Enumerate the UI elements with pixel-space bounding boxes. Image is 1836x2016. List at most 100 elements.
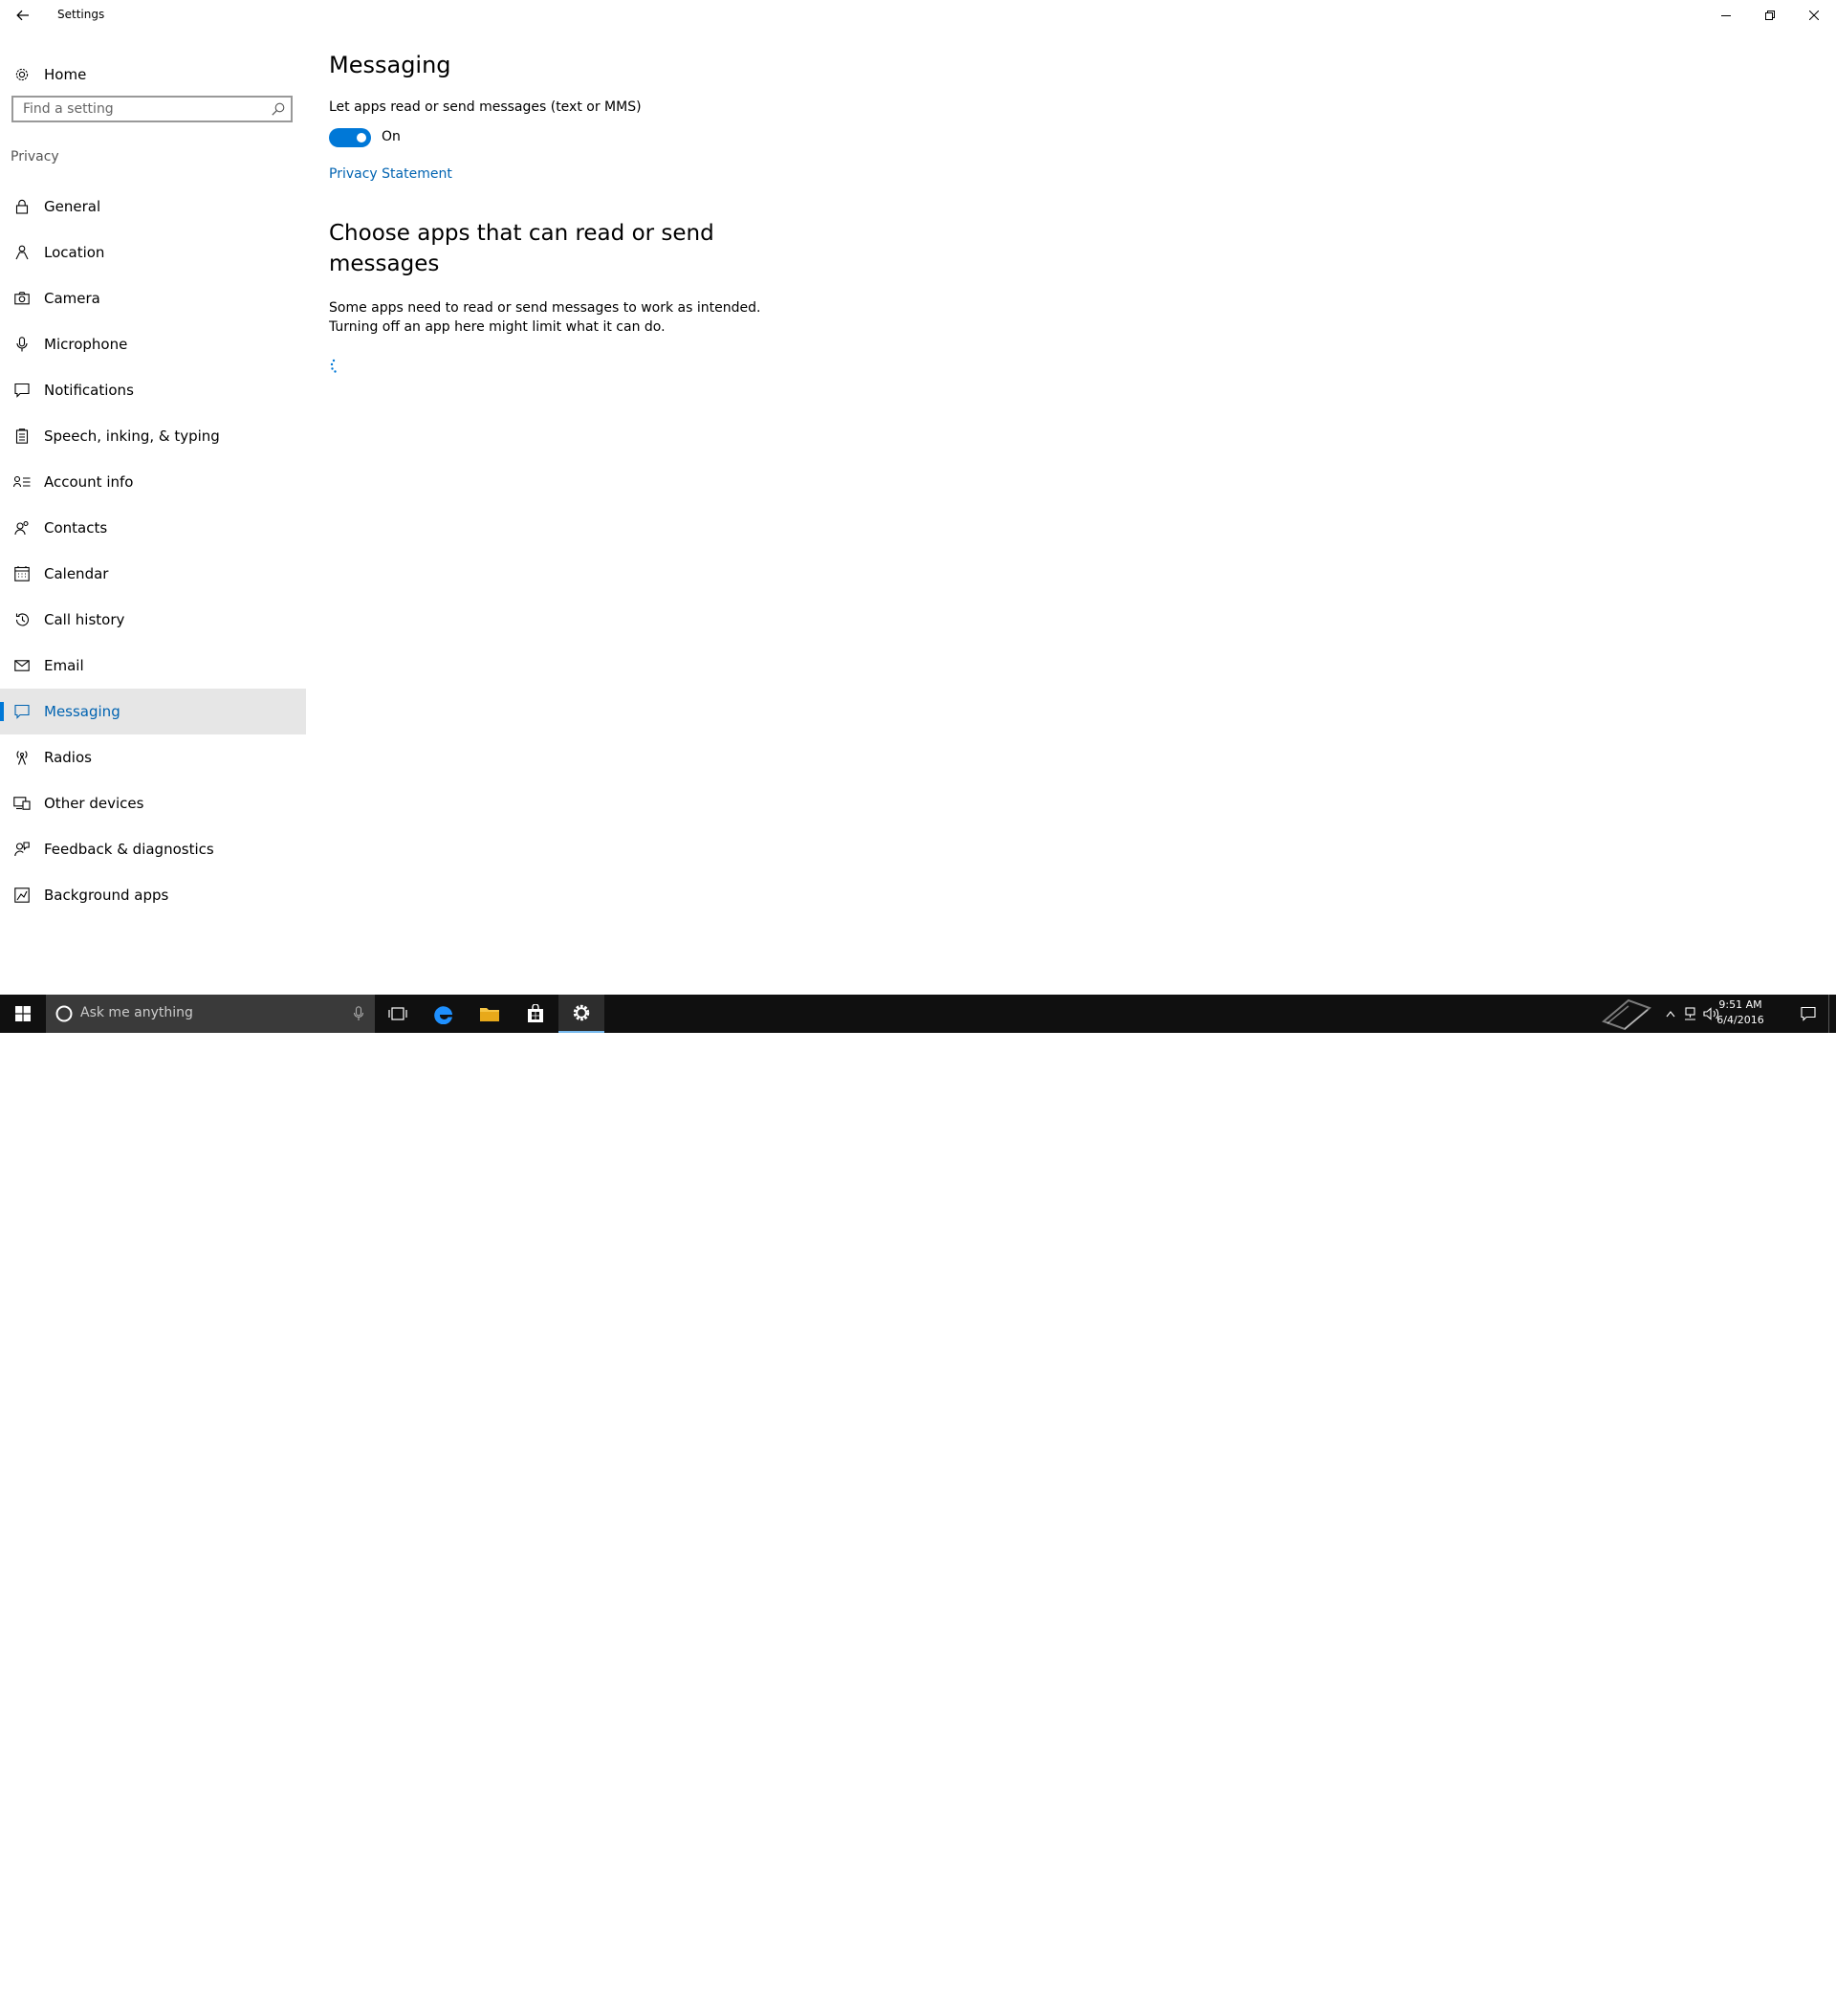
privacy-nav-list: General Location Camera Microphone Notif… <box>0 184 306 918</box>
sidebar-item-label: Call history <box>44 611 125 628</box>
section-description: Some apps need to read or send messages … <box>329 300 761 335</box>
search-icon[interactable] <box>272 102 285 116</box>
show-desktop-button[interactable] <box>1828 995 1836 1033</box>
clock-time: 9:51 AM <box>1718 998 1762 1011</box>
file-explorer-taskbar-button[interactable] <box>467 995 513 1033</box>
mail-icon <box>13 657 31 674</box>
edge-browser-icon <box>434 1006 452 1024</box>
sidebar-item-label: Microphone <box>44 336 128 353</box>
sidebar-item-speech[interactable]: Speech, inking, & typing <box>0 413 306 459</box>
feedback-icon <box>13 841 31 858</box>
sidebar-item-notifications[interactable]: Notifications <box>0 367 306 413</box>
sidebar-item-label: General <box>44 198 101 215</box>
chevron-up-icon <box>1666 1011 1675 1018</box>
cortana-search-box[interactable]: Ask me anything <box>46 995 375 1033</box>
sidebar-item-label: Location <box>44 244 105 261</box>
sidebar-item-radios[interactable]: Radios <box>0 734 306 780</box>
minimize-icon <box>1721 15 1731 16</box>
title-bar: Settings <box>0 0 1836 31</box>
sidebar-item-label: Speech, inking, & typing <box>44 427 220 445</box>
messaging-setting-label: Let apps read or send messages (text or … <box>329 99 642 115</box>
close-button[interactable] <box>1792 0 1836 31</box>
cortana-icon <box>55 1005 73 1022</box>
cortana-placeholder: Ask me anything <box>80 1005 193 1020</box>
sidebar-item-label: Feedback & diagnostics <box>44 841 214 858</box>
sidebar-item-email[interactable]: Email <box>0 643 306 689</box>
sidebar-item-location[interactable]: Location <box>0 230 306 275</box>
taskbar: Ask me anything The Collection Book 9:51… <box>0 995 1836 2016</box>
taskbar-clock[interactable]: 9:51 AM 6/4/2016 <box>1702 997 1779 1028</box>
search-input[interactable] <box>13 98 272 121</box>
section-label: Privacy <box>11 149 59 164</box>
sidebar-item-label: Radios <box>44 749 92 766</box>
folder-icon <box>480 1008 499 1021</box>
book-logo-icon <box>1602 998 1651 1031</box>
store-taskbar-button[interactable] <box>513 995 558 1033</box>
toggle-state-label: On <box>382 129 401 144</box>
restore-icon <box>1765 11 1775 20</box>
show-hidden-icons-button[interactable] <box>1662 995 1679 1033</box>
sidebar-item-camera[interactable]: Camera <box>0 275 306 321</box>
location-person-icon <box>13 244 31 261</box>
window-title: Settings <box>57 8 105 21</box>
history-icon <box>13 611 31 628</box>
sidebar-item-label: Email <box>44 657 84 674</box>
gear-icon <box>13 66 31 83</box>
edge-taskbar-button[interactable] <box>421 995 467 1033</box>
sidebar-item-other-devices[interactable]: Other devices <box>0 780 306 826</box>
sidebar-item-calendar[interactable]: Calendar <box>0 551 306 597</box>
sidebar-item-label: Other devices <box>44 795 144 812</box>
clipboard-icon <box>13 427 31 445</box>
minimize-button[interactable] <box>1704 0 1748 31</box>
messaging-toggle[interactable] <box>329 128 371 147</box>
privacy-statement-link[interactable]: Privacy Statement <box>329 166 452 182</box>
start-button[interactable] <box>0 995 46 1033</box>
page-title: Messaging <box>329 52 451 78</box>
action-center-icon <box>1801 1006 1816 1021</box>
contacts-icon <box>13 519 31 537</box>
search-box <box>11 96 293 122</box>
devices-icon <box>13 795 31 812</box>
calendar-icon <box>13 565 31 582</box>
sidebar-item-messaging[interactable]: Messaging <box>0 689 306 734</box>
account-info-icon <box>13 473 31 491</box>
windows-logo-icon <box>15 1006 31 1021</box>
sidebar-item-home[interactable]: Home <box>0 55 306 94</box>
radio-tower-icon <box>13 749 31 766</box>
microphone-icon <box>13 336 31 353</box>
clock-date: 6/4/2016 <box>1716 1014 1764 1026</box>
network-button[interactable] <box>1679 995 1700 1033</box>
sidebar-item-label: Notifications <box>44 382 134 399</box>
lock-icon <box>13 198 31 215</box>
back-arrow-icon <box>16 10 29 21</box>
store-bag-icon <box>528 1004 543 1022</box>
close-icon <box>1809 11 1819 20</box>
sidebar-item-label: Home <box>44 66 87 83</box>
sidebar-item-call-history[interactable]: Call history <box>0 597 306 643</box>
network-icon <box>1685 1007 1695 1020</box>
sidebar-item-label: Messaging <box>44 703 120 720</box>
settings-taskbar-button[interactable] <box>558 995 604 1033</box>
notification-icon <box>13 382 31 399</box>
sidebar-item-general[interactable]: General <box>0 184 306 230</box>
section-title: Choose apps that can read or send messag… <box>329 221 714 276</box>
sidebar-item-label: Account info <box>44 473 134 491</box>
sidebar-item-label: Contacts <box>44 519 108 537</box>
sidebar-item-background-apps[interactable]: Background apps <box>0 872 306 918</box>
task-view-icon <box>388 1007 407 1020</box>
sidebar-item-label: Calendar <box>44 565 109 582</box>
message-icon <box>13 703 31 720</box>
sidebar-item-feedback[interactable]: Feedback & diagnostics <box>0 826 306 872</box>
restore-button[interactable] <box>1748 0 1792 31</box>
back-button[interactable] <box>0 0 46 31</box>
camera-icon <box>13 290 31 307</box>
sidebar-item-contacts[interactable]: Contacts <box>0 505 306 551</box>
action-center-button[interactable] <box>1794 995 1823 1033</box>
sidebar-item-account-info[interactable]: Account info <box>0 459 306 505</box>
background-apps-icon <box>13 887 31 904</box>
toggle-knob <box>357 133 366 142</box>
sidebar-item-microphone[interactable]: Microphone <box>0 321 306 367</box>
task-view-button[interactable] <box>375 995 421 1033</box>
microphone-icon[interactable] <box>354 1006 363 1021</box>
loading-spinner-icon <box>330 359 337 373</box>
